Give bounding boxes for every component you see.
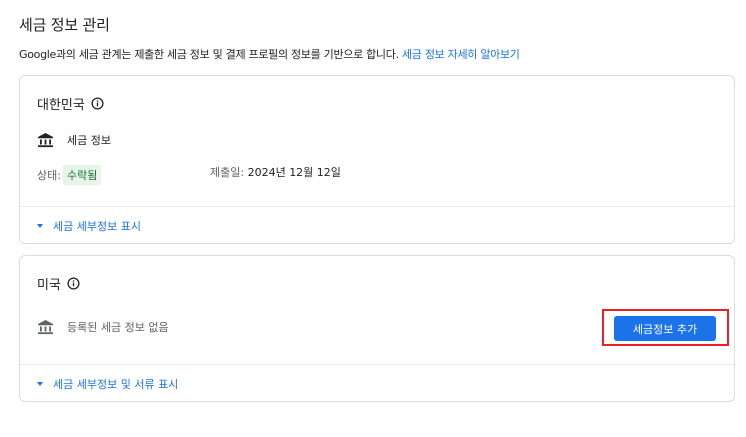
info-icon[interactable]: [91, 97, 104, 110]
card-divider: [20, 364, 734, 365]
submitted-date: 2024년 12월 12일: [247, 166, 341, 179]
show-tax-details-toggle[interactable]: 세금 세부정보 표시: [37, 218, 141, 234]
tax-info-row: 세금 정보: [37, 132, 111, 148]
info-icon[interactable]: [67, 277, 80, 290]
tax-card-usa: 미국 등록된 세금 정보 없음 세금정보 추가 세금 세부정보 및 서류 표시: [19, 255, 735, 402]
submitted-date-row: 제출일: 2024년 12월 12일: [210, 164, 341, 180]
no-tax-info-label: 등록된 세금 정보 없음: [67, 321, 169, 334]
show-tax-details-docs-toggle[interactable]: 세금 세부정보 및 서류 표시: [37, 376, 178, 392]
country-name: 미국: [37, 278, 61, 293]
status-badge: 수락됨: [62, 165, 102, 185]
country-header: 대한민국: [37, 94, 104, 113]
description-text: Google과의 세금 관계는 제출한 세금 정보 및 결제 프로필의 정보를 …: [19, 48, 399, 61]
country-header: 미국: [37, 274, 80, 293]
no-tax-info-row: 등록된 세금 정보 없음: [37, 319, 169, 335]
show-tax-details-label: 세금 세부정보 표시: [53, 220, 141, 233]
card-divider: [20, 206, 734, 207]
triangle-down-icon: [37, 382, 43, 386]
triangle-down-icon: [37, 224, 43, 228]
bank-icon: [37, 132, 54, 148]
show-tax-details-docs-label: 세금 세부정보 및 서류 표시: [53, 378, 179, 391]
learn-more-link[interactable]: 세금 정보 자세히 알아보기: [402, 48, 520, 61]
country-name: 대한민국: [37, 98, 85, 113]
submitted-label: 제출일:: [210, 166, 245, 179]
status-label: 상태:: [37, 169, 61, 182]
highlight-box: [602, 309, 729, 346]
tax-card-korea: 대한민국 세금 정보 상태: 수락됨 제출일: 2024년 12월 12일 세금…: [19, 75, 735, 244]
page-title: 세금 정보 관리: [19, 16, 110, 34]
tax-info-label: 세금 정보: [67, 134, 111, 147]
page-description: Google과의 세금 관계는 제출한 세금 정보 및 결제 프로필의 정보를 …: [19, 46, 520, 62]
status-row: 상태: 수락됨: [37, 165, 102, 185]
bank-icon: [37, 319, 54, 335]
